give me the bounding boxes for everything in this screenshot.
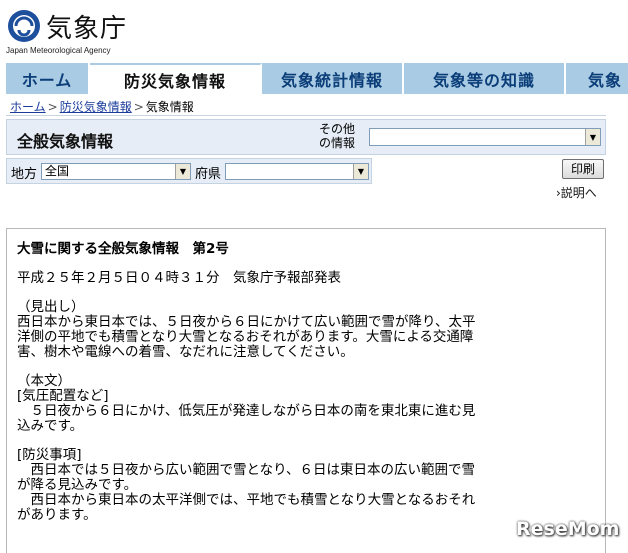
chevron-down-icon[interactable]: ▼ [353,164,368,179]
tab-home[interactable]: ホーム [6,63,90,94]
prefecture-label: 府県 [195,167,222,182]
bulletin-disaster-notes: [防災事項] 西日本では５日夜から広い範囲で雪となり、６日は東日本の広い範囲で雪… [17,447,476,523]
tab-disaster-info[interactable]: 防災気象情報 [90,63,262,94]
page-title: 全般気象情報 [17,132,114,151]
breadcrumb-separator: > [47,100,58,114]
jma-logo[interactable]: 気象庁 Japan Meteorological Agency [6,6,206,56]
region-label: 地方 [11,167,38,182]
breadcrumb-separator: > [133,100,144,114]
watermark-logo: ReseMom [516,518,620,540]
bulletin-headline: （見出し） 西日本から東日本では、５日夜から６日にかけて広い範囲で雪が降り、太平… [17,299,476,360]
tab-statistics[interactable]: 気象統計情報 [262,63,404,94]
jma-logo-icon [8,10,40,42]
other-info-label: その他 の情報 [319,122,356,150]
title-bar: 全般気象情報 その他 の情報 ▼ [6,119,606,155]
print-button[interactable]: 印刷 [562,159,604,179]
other-info-select[interactable]: ▼ [369,128,601,146]
breadcrumb-current: 気象情報 [145,100,194,114]
divider [6,115,606,116]
chevron-down-icon[interactable]: ▼ [175,164,190,179]
tab-knowledge[interactable]: 気象等の知識 [404,63,566,94]
tab-more[interactable]: 気象 [566,63,628,94]
logo-text: 気象庁 [46,14,128,44]
chevron-down-icon[interactable]: ▼ [585,129,600,145]
region-select[interactable]: 全国 ▼ [41,163,191,180]
bulletin-title: 大雪に関する全般気象情報 第2号 [17,241,229,257]
breadcrumb-home[interactable]: ホーム [10,100,46,114]
bulletin-body: （本文） [気圧配置など] ５日夜から６日にかけ、低気圧が発達しながら日本の南を… [17,373,476,434]
breadcrumb: ホーム > 防災気象情報 > 気象情報 [10,98,194,115]
prefecture-select[interactable]: ▼ [225,163,369,180]
region-filter-row: 地方 全国 ▼ 府県 ▼ [6,158,372,184]
breadcrumb-disaster-info[interactable]: 防災気象情報 [60,100,132,114]
main-nav-tabs: ホーム 防災気象情報 気象統計情報 気象等の知識 気象 [6,63,628,94]
help-link[interactable]: ›説明へ [556,184,597,201]
bulletin-issued: 平成２５年２月５日０４時３１分 気象庁予報部発表 [17,270,341,286]
region-select-value: 全国 [45,164,70,178]
logo-subtitle: Japan Meteorological Agency [6,46,111,55]
weather-info-content: 大雪に関する全般気象情報 第2号 平成２５年２月５日０４時３１分 気象庁予報部発… [6,228,606,553]
